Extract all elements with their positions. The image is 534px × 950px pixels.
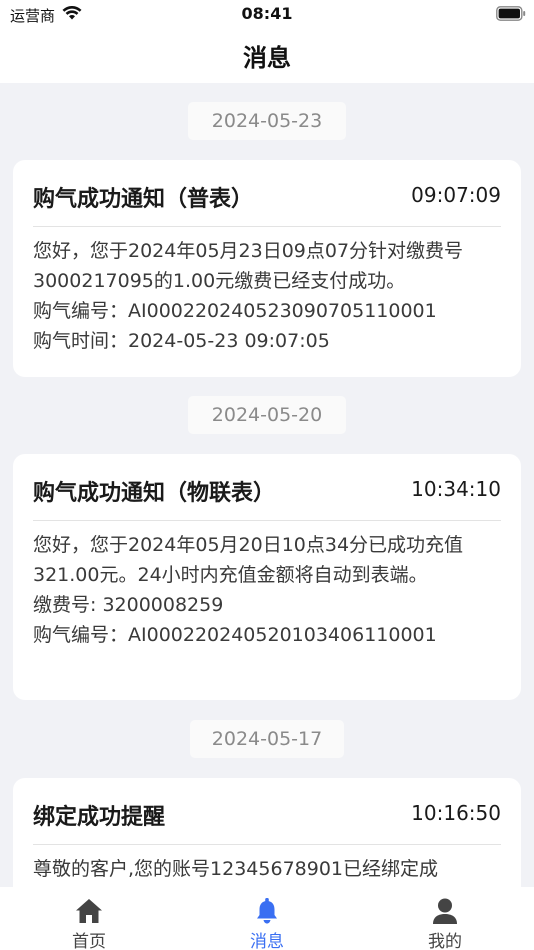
message-card[interactable]: 绑定成功提醒 10:16:50 尊敬的客户,您的账号12345678901已经绑… bbox=[13, 778, 521, 887]
tab-bar: 首页 消息 我的 bbox=[0, 887, 534, 950]
message-text: 您好，您于2024年05月20日10点34分已成功充值321.00元。24小时内… bbox=[33, 534, 464, 586]
message-list[interactable]: 2024-05-23 购气成功通知（普表） 09:07:09 您好，您于2024… bbox=[0, 83, 534, 887]
tab-messages[interactable]: 消息 bbox=[178, 887, 356, 950]
message-time: 10:34:10 bbox=[411, 477, 501, 501]
user-icon bbox=[433, 898, 457, 924]
message-card-header: 绑定成功提醒 10:16:50 bbox=[33, 778, 501, 845]
messages-screen: 运营商 08:41 消息 2024-05-23 购气成功通知（普表） 09:07… bbox=[0, 0, 534, 950]
message-body: 您好，您于2024年05月23日09点07分针对缴费号3000217095的1.… bbox=[33, 236, 501, 356]
message-body: 您好，您于2024年05月20日10点34分已成功充值321.00元。24小时内… bbox=[33, 530, 501, 650]
message-text: 尊敬的客户,您的账号12345678901已经绑定成 bbox=[33, 858, 439, 880]
date-separator: 2024-05-23 bbox=[188, 102, 346, 140]
purchase-number: 购气编号：AI000220240520103406110001 bbox=[33, 624, 437, 646]
date-separator: 2024-05-20 bbox=[188, 396, 346, 434]
home-icon bbox=[76, 899, 102, 923]
message-card-header: 购气成功通知（物联表） 10:34:10 bbox=[33, 454, 501, 521]
message-card[interactable]: 购气成功通知（物联表） 10:34:10 您好，您于2024年05月20日10点… bbox=[13, 454, 521, 700]
message-card[interactable]: 购气成功通知（普表） 09:07:09 您好，您于2024年05月23日09点0… bbox=[13, 160, 521, 377]
payment-number: 缴费号: 3200008259 bbox=[33, 594, 224, 616]
message-card-header: 购气成功通知（普表） 09:07:09 bbox=[33, 160, 501, 227]
status-bar: 运营商 08:41 bbox=[0, 0, 534, 28]
battery-icon bbox=[496, 6, 526, 21]
tab-profile[interactable]: 我的 bbox=[356, 887, 534, 950]
date-separator: 2024-05-17 bbox=[190, 720, 344, 758]
nav-bar: 消息 bbox=[0, 28, 534, 83]
message-title: 购气成功通知（物联表） bbox=[33, 481, 276, 506]
tab-label: 首页 bbox=[72, 932, 106, 950]
tab-home[interactable]: 首页 bbox=[0, 887, 178, 950]
message-text: 您好，您于2024年05月23日09点07分针对缴费号3000217095的1.… bbox=[33, 240, 464, 292]
tab-label: 我的 bbox=[428, 932, 462, 950]
message-title: 购气成功通知（普表） bbox=[33, 187, 254, 212]
bell-icon bbox=[257, 898, 277, 924]
tab-label: 消息 bbox=[250, 932, 284, 950]
message-time: 10:16:50 bbox=[411, 801, 501, 825]
purchase-time: 购气时间：2024-05-23 09:07:05 bbox=[33, 330, 330, 352]
message-body: 尊敬的客户,您的账号12345678901已经绑定成 bbox=[33, 854, 501, 884]
message-title: 绑定成功提醒 bbox=[33, 805, 166, 830]
page-title: 消息 bbox=[243, 44, 291, 72]
message-time: 09:07:09 bbox=[411, 183, 501, 207]
purchase-number: 购气编号：AI000220240523090705110001 bbox=[33, 300, 437, 322]
status-time: 08:41 bbox=[241, 4, 293, 23]
